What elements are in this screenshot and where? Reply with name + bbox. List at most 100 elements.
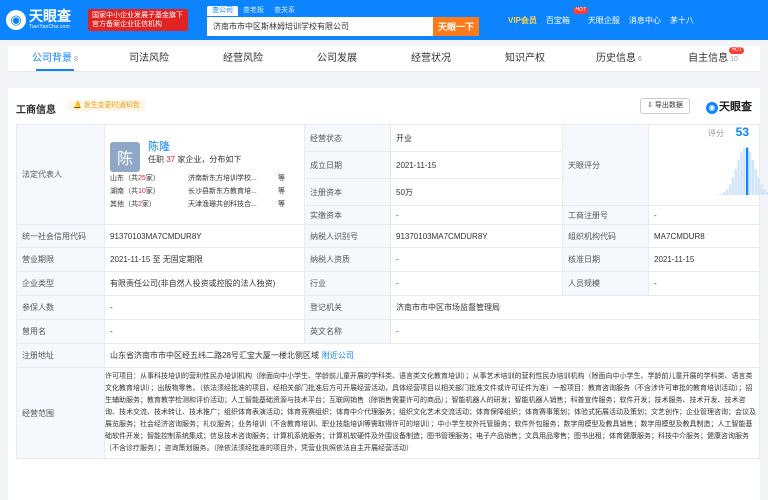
distribution-bar: [743, 147, 746, 195]
tab-self-info[interactable]: 自主信息 10 HOT: [666, 46, 760, 71]
legal-rep-cell: 陈 陈隆 任职 37 家企业，分布如下 山东（共25家） 济南新东方培训学校...…: [104, 124, 305, 225]
related-company-link[interactable]: 济南新东方培训学校...: [188, 172, 275, 185]
term-value: 2021-11-15 至 无固定期限: [104, 247, 305, 272]
distribution-bar: [754, 168, 757, 195]
paid-label: 实缴资本: [304, 205, 391, 225]
tab-history[interactable]: 历史信息 6: [572, 46, 666, 71]
scope-value: 许可项目：从事科技培训的营利性民办培训机构（除面向中小学生、学龄前儿童开展的学科…: [104, 367, 760, 459]
logo-domain: TianYanCha.com: [29, 24, 70, 30]
region-row: 山东（共25家） 济南新东方培训学校... 等: [110, 172, 299, 185]
approved-label: 核准日期: [562, 247, 649, 272]
logo-name: 天眼查: [29, 8, 71, 24]
score-value: 53: [735, 125, 749, 139]
notify-button[interactable]: 🔔 发生变更时通知我: [68, 100, 145, 111]
insured-label: 参保人数: [16, 295, 105, 320]
tax-qual-label: 纳税人资质: [304, 247, 391, 272]
distribution-bar: [751, 159, 754, 195]
legal-rep-label: 法定代表人: [16, 124, 105, 225]
type-label: 企业类型: [16, 271, 105, 296]
export-button[interactable]: ⇩ 导出数据: [640, 98, 690, 114]
avatar: 陈: [110, 142, 140, 172]
authority-value: 济南市市中区市场监督管理局: [390, 295, 760, 320]
score-label: 天眼评分: [562, 124, 649, 206]
region-row: 其他（共2家） 天津渔珊共创科技合... 等: [110, 198, 299, 211]
type-value: 有限责任公司(非自然人投资或控股的法人独资): [104, 271, 305, 296]
address-value: 山东省济南市市中区经五纬二路28号汇宝大厦一楼北侧区域: [110, 351, 319, 360]
distribution-bar: [717, 194, 720, 195]
business-info-table: 法定代表人 陈 陈隆 任职 37 家企业，分布如下 山东（共25家） 济南新东方培…: [16, 124, 768, 459]
nearby-companies-link[interactable]: 附近公司: [322, 351, 354, 360]
capital-value: 50万: [390, 178, 563, 206]
toolbox-link[interactable]: 百宝箱 HOT: [546, 7, 588, 26]
hot-badge: HOT: [573, 7, 588, 14]
related-company-link[interactable]: 长沙县新东方教育培...: [188, 185, 275, 198]
search-area: 查公司 查老板 查关系 济南市市中区斯林姆培训学校有限公司 天眼一下: [207, 6, 479, 36]
distribution-bar: [760, 184, 763, 195]
export-icon: ⇩: [647, 102, 653, 109]
paid-value: -: [390, 205, 563, 225]
eye-logo-icon: ◉: [6, 10, 26, 30]
term-label: 营业期限: [16, 247, 105, 272]
search-tab-company[interactable]: 查公司: [207, 6, 238, 16]
distribution-bar: [757, 177, 760, 195]
reg-no-value: -: [648, 205, 760, 225]
score-bar-highlight: [746, 147, 749, 195]
distribution-bar: [720, 193, 723, 195]
reg-no-label: 工商注册号: [562, 205, 649, 225]
logo[interactable]: ◉ 天眼查 TianYanCha.com: [6, 9, 82, 31]
legal-rep-summary: 任职 37 家企业，分布如下: [148, 155, 242, 164]
enterprise-service-link[interactable]: 天眼企服: [588, 15, 620, 26]
taxpayer-label: 纳税人识别号: [304, 224, 391, 248]
tab-development[interactable]: 公司发展: [290, 46, 384, 71]
section-tabs: 公司背景 8 司法风险 经营风险 公司发展 经营状况 知识产权 历史信息 6 自主信…: [8, 46, 760, 72]
tab-ip[interactable]: 知识产权: [478, 46, 572, 71]
search-input[interactable]: 济南市市中区斯林姆培训学校有限公司: [207, 17, 433, 36]
authority-label: 登记机关: [304, 295, 391, 320]
distribution-bar: [731, 177, 734, 195]
distribution-bar: [748, 152, 752, 195]
tab-background[interactable]: 公司背景 8: [8, 46, 102, 71]
distribution-bar: [740, 152, 743, 195]
eye-logo-icon: ◉: [706, 102, 718, 114]
panel-title: 工商信息: [16, 105, 56, 116]
org-code-value: MA7CMDUR8: [648, 224, 760, 248]
message-center-link[interactable]: 消息中心: [629, 15, 661, 26]
distribution-bar: [728, 184, 732, 195]
org-code-label: 组织机构代码: [562, 224, 649, 248]
search-button[interactable]: 天眼一下: [433, 17, 479, 36]
search-tab-boss[interactable]: 查老板: [238, 6, 269, 16]
distribution-bar: [763, 189, 766, 195]
status-label: 经营状态: [304, 124, 391, 152]
capital-label: 注册资本: [304, 178, 391, 206]
business-info-panel: 工商信息 🔔 发生变更时通知我 ⇩ 导出数据 ◉ 天眼查 法定代表人 陈 陈隆 任…: [8, 88, 768, 500]
related-company-link[interactable]: 天津渔珊共创科技合...: [188, 198, 275, 211]
tab-operation-status[interactable]: 经营状况: [384, 46, 478, 71]
scope-label: 经营范围: [16, 367, 105, 459]
staff-value: -: [648, 271, 760, 296]
credit-value: 91370103MA7CMDUR8Y: [104, 224, 305, 248]
score-cell: 评分 53: [648, 124, 768, 206]
status-value: 开业: [390, 124, 563, 152]
en-name-value: -: [390, 319, 760, 344]
top-bar: ◉ 天眼查 TianYanCha.com 国家中小企业发展子基金旗下 官方备案企…: [0, 0, 768, 40]
industry-value: -: [390, 271, 563, 296]
staff-label: 人员规模: [562, 271, 649, 296]
former-label: 曾用名: [16, 319, 105, 344]
search-tab-relation[interactable]: 查关系: [269, 6, 300, 16]
user-menu[interactable]: 茅十八: [670, 15, 694, 26]
address-label: 注册地址: [16, 343, 105, 368]
top-nav: VIP会员 百宝箱 HOT 天眼企服 消息中心 茅十八: [508, 7, 768, 26]
industry-label: 行业: [304, 271, 391, 296]
former-value: -: [104, 319, 305, 344]
vip-link[interactable]: VIP会员: [508, 15, 537, 26]
en-name-label: 英文名称: [304, 319, 391, 344]
tab-operation-risk[interactable]: 经营风险: [196, 46, 290, 71]
distribution-bar: [726, 189, 729, 195]
score-caption: 评分: [708, 129, 724, 138]
founded-label: 成立日期: [304, 151, 391, 179]
legal-rep-name[interactable]: 陈隆: [148, 140, 241, 154]
taxpayer-value: 91370103MA7CMDUR8Y: [390, 224, 563, 248]
credit-label: 统一社会信用代码: [16, 224, 105, 248]
tab-judicial-risk[interactable]: 司法风险: [102, 46, 196, 71]
distribution-bar: [723, 192, 726, 195]
